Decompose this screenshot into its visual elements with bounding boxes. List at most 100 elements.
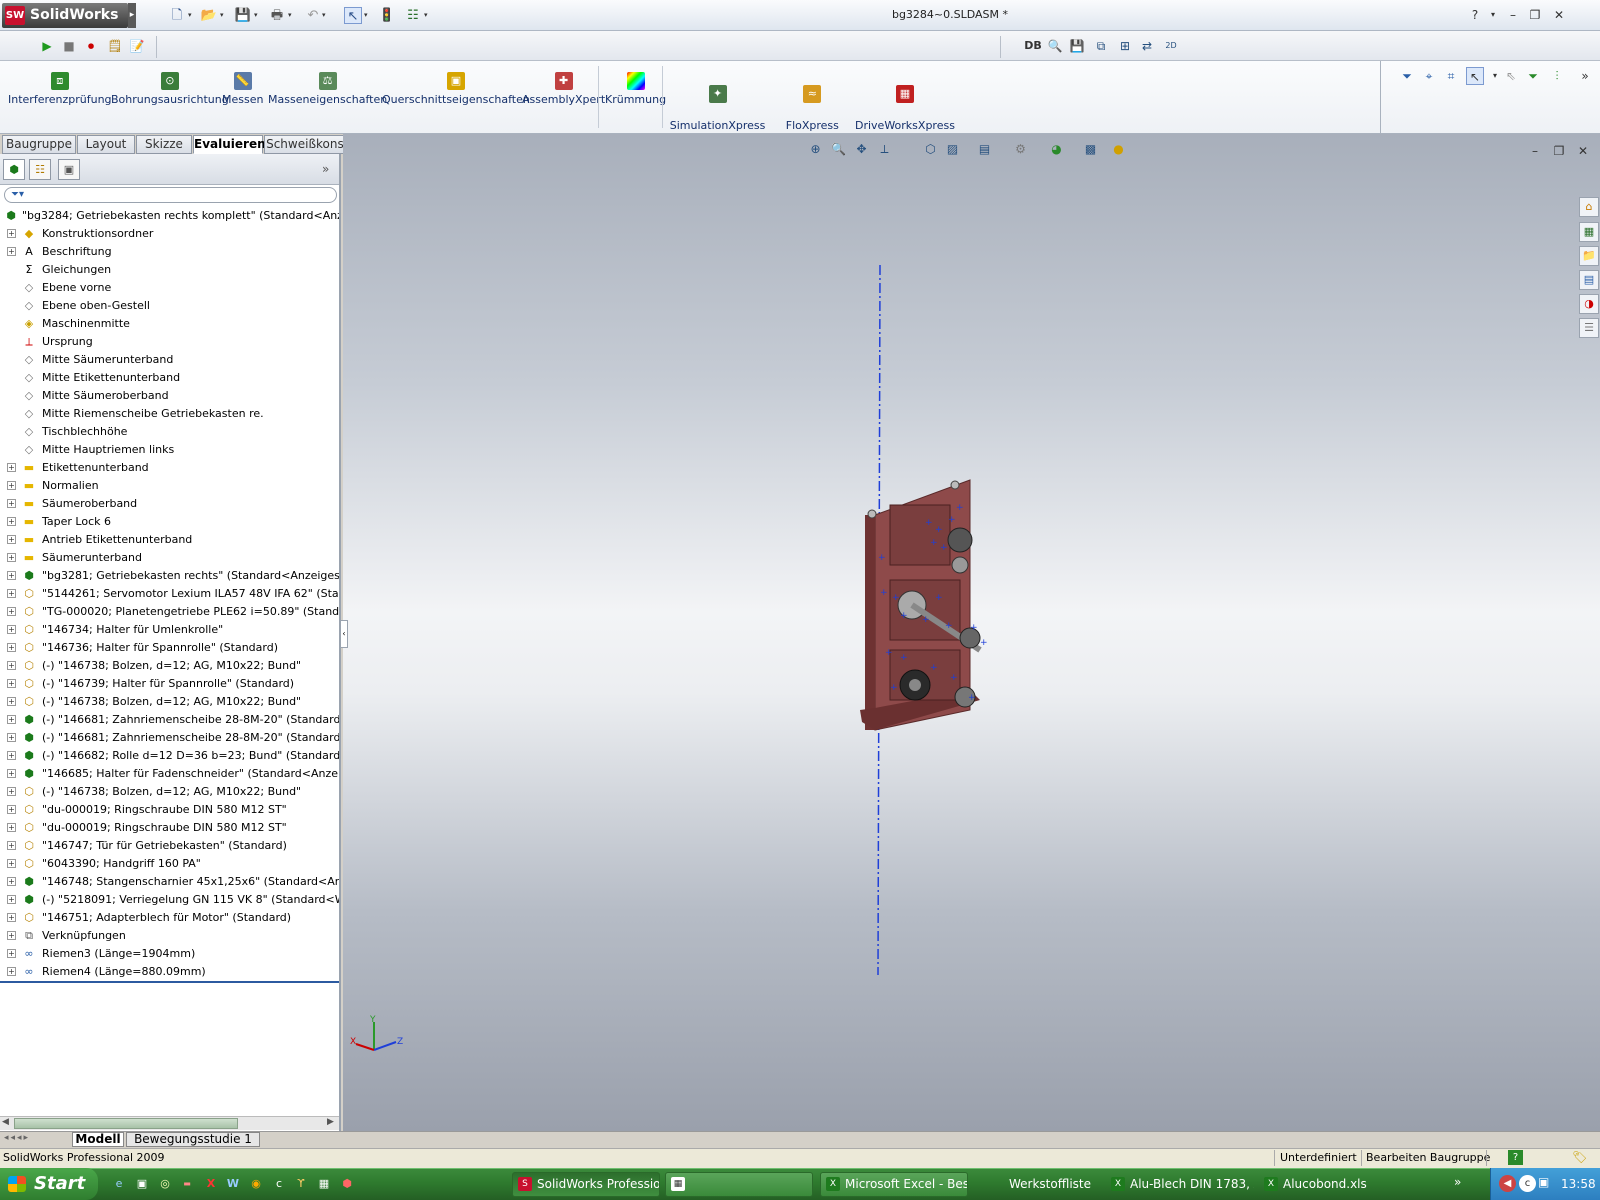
expand-toggle-icon[interactable]: + [7, 571, 16, 580]
taskpane-home-icon[interactable]: ⌂ [1579, 197, 1599, 217]
filter-vertices-icon[interactable]: ⏷ [1524, 67, 1542, 85]
taskbar-calendar-button[interactable]: ▦ [665, 1172, 813, 1197]
viewport-minimize-icon[interactable]: – [1526, 142, 1544, 160]
tree-item[interactable]: + ∞ Riemen4 (Länge=880.09mm) [0, 963, 339, 981]
expand-toggle-icon[interactable]: + [7, 625, 16, 634]
expand-toggle-icon[interactable]: + [7, 877, 16, 886]
options-dropdown-icon[interactable]: ▾ [424, 7, 432, 24]
new-document-icon[interactable]: 🗋 [168, 7, 186, 24]
minimize-icon[interactable]: – [1504, 6, 1522, 24]
select-dropdown-icon[interactable]: ▾ [364, 7, 372, 24]
expand-toggle-icon[interactable]: + [7, 679, 16, 688]
tree-item[interactable]: + A Beschriftung [0, 243, 339, 261]
restore-icon[interactable]: ❐ [1526, 6, 1544, 24]
expand-toggle-icon[interactable]: + [7, 517, 16, 526]
structure-icon[interactable]: ⊞ [1116, 37, 1134, 55]
tree-item[interactable]: + ⧉ Verknüpfungen [0, 927, 339, 945]
tree-item[interactable]: + ⬡ "5144261; Servomotor Lexium ILA57 48V … [0, 585, 339, 603]
tree-item[interactable]: + ▬ Säumerunterband [0, 549, 339, 567]
run-macro-icon[interactable]: ▶ [38, 37, 56, 55]
filter-edges-icon[interactable]: ⌖ [1420, 67, 1438, 85]
measure-button[interactable]: 📏 Messen [222, 72, 263, 106]
section-view-icon[interactable]: ⟂ [876, 141, 893, 158]
viewport-close-icon[interactable]: ✕ [1574, 142, 1592, 160]
tree-horizontal-scrollbar[interactable]: ◀ ▶ [0, 1116, 339, 1130]
expand-toggle-icon[interactable]: + [7, 931, 16, 940]
panel-expand-icon[interactable]: » [322, 162, 329, 176]
tree-item[interactable]: ⟂ Ursprung [0, 333, 339, 351]
tree-item[interactable]: + ▬ Säumeroberband [0, 495, 339, 513]
save-db-icon[interactable]: 💾 [1068, 37, 1086, 55]
view-settings-icon[interactable]: ⚙ [1012, 141, 1029, 158]
expand-toggle-icon[interactable]: + [7, 949, 16, 958]
tree-item[interactable]: ◇ Mitte Riemenscheibe Getriebekasten re. [0, 405, 339, 423]
quicklaunch-c-icon[interactable]: c [270, 1175, 288, 1193]
zoom-to-fit-icon[interactable]: ⊕ [807, 141, 824, 158]
expand-toggle-icon[interactable]: + [7, 229, 16, 238]
tree-item[interactable]: + ⬡ (-) "146738; Bolzen, d=12; AG, M10x22;… [0, 657, 339, 675]
assemblyxpert-button[interactable]: ✚ AssemblyXpert [522, 72, 605, 106]
assembly-model[interactable]: +++ +++ + ++ +++ +++ +++ +++ [830, 260, 1030, 980]
select-tool-icon[interactable]: ↖ [1466, 67, 1484, 85]
undo-icon[interactable]: ↶ [304, 7, 322, 24]
tree-item[interactable]: + ⬢ (-) "146681; Zahnriemenscheibe 28-8M-2… [0, 729, 339, 747]
tree-item[interactable]: + ⬢ (-) "146682; Rolle d=12 D=36 b=23; Bun… [0, 747, 339, 765]
expand-toggle-icon[interactable]: + [7, 535, 16, 544]
tree-item[interactable]: ◇ Ebene oben-Gestell [0, 297, 339, 315]
display-style-icon[interactable]: ▨ [944, 141, 961, 158]
tree-item[interactable]: ◇ Mitte Etikettenunterband [0, 369, 339, 387]
copy-icon[interactable]: ⧉ [1092, 37, 1110, 55]
link-icon[interactable]: ⇄ [1138, 37, 1156, 55]
save-icon[interactable]: 💾 [234, 7, 252, 24]
expand-toggle-icon[interactable]: + [7, 715, 16, 724]
tab-evaluieren[interactable]: Evaluieren [193, 135, 266, 154]
tab-scroll-arrows-icon[interactable]: ◂◂◂▸ [4, 1133, 30, 1143]
expand-toggle-icon[interactable]: + [7, 895, 16, 904]
taskbar-excel-button[interactable]: X Microsoft Excel - Best... [820, 1172, 968, 1197]
curvature-button[interactable]: Krümmung [605, 72, 666, 106]
edit-macro-icon[interactable]: 📝 [128, 37, 146, 55]
open-folder-icon[interactable]: 📂 [200, 7, 218, 24]
taskbar-solidworks-button[interactable]: S SolidWorks Professio... [512, 1172, 660, 1197]
expand-toggle-icon[interactable]: + [7, 463, 16, 472]
open-dropdown-icon[interactable]: ▾ [220, 7, 228, 24]
start-button[interactable]: Start [0, 1168, 98, 1200]
tree-item[interactable]: + ⬡ (-) "146738; Bolzen, d=12; AG, M10x22;… [0, 783, 339, 801]
taskpane-view-palette-icon[interactable]: ▤ [1579, 270, 1599, 290]
tree-item[interactable]: + ⬡ "6043390; Handgriff 160 PA" [0, 855, 339, 873]
taskbar-werkstoffliste-button[interactable]: Werkstoffliste [1000, 1172, 1100, 1197]
2d-icon[interactable]: 2D [1162, 37, 1180, 55]
quicklaunch-calendar-icon[interactable]: ▦ [315, 1175, 333, 1193]
quicklaunch-firefox-icon[interactable]: ◉ [247, 1175, 265, 1193]
view-orientation-icon[interactable]: ⬡ [922, 141, 939, 158]
scroll-right-icon[interactable]: ▶ [327, 1117, 334, 1127]
taskpane-properties-icon[interactable]: ☰ [1579, 318, 1599, 338]
record-macro-icon[interactable]: ⏺ [82, 37, 100, 55]
tree-item[interactable]: + ▬ Taper Lock 6 [0, 513, 339, 531]
tree-item[interactable]: + ⬢ "146685; Halter für Fadenschneider" (S… [0, 765, 339, 783]
tree-item[interactable]: + ▬ Normalien [0, 477, 339, 495]
tree-item[interactable]: + ⬡ "du-000019; Ringschraube DIN 580 M12 S… [0, 801, 339, 819]
expand-toggle-icon[interactable]: + [7, 967, 16, 976]
expand-toggle-icon[interactable]: + [7, 733, 16, 742]
tray-c-icon[interactable]: c [1519, 1175, 1536, 1192]
expand-toggle-icon[interactable]: + [7, 499, 16, 508]
scene-icon[interactable]: ▩ [1082, 141, 1099, 158]
tree-item[interactable]: + ▬ Etikettenunterband [0, 459, 339, 477]
print-icon[interactable]: 🖶 [268, 7, 286, 24]
filter-icon[interactable]: ⏷ [1398, 67, 1416, 85]
help-dropdown-icon[interactable]: ▾ [1484, 6, 1502, 24]
search-icon[interactable]: 🔍 [1046, 37, 1064, 55]
scroll-left-icon[interactable]: ◀ [2, 1117, 9, 1127]
hide-show-icon[interactable]: ▤ [976, 141, 993, 158]
tree-item[interactable]: + ⬡ (-) "146739; Halter für Spannrolle" (S… [0, 675, 339, 693]
status-help-icon[interactable]: ? [1508, 1150, 1523, 1165]
options-icon[interactable]: ☷ [404, 7, 422, 24]
configurationmanager-tab-icon[interactable]: ▣ [58, 159, 80, 180]
tree-item[interactable]: + ⬡ "TG-000020; Planetengetriebe PLE62 i=5… [0, 603, 339, 621]
tree-item[interactable]: + ∞ Riemen3 (Länge=1904mm) [0, 945, 339, 963]
print-dropdown-icon[interactable]: ▾ [288, 7, 296, 24]
tray-network-icon[interactable]: ▣ [1538, 1175, 1549, 1189]
tree-item[interactable]: Σ Gleichungen [0, 261, 339, 279]
expand-toggle-icon[interactable]: + [7, 769, 16, 778]
